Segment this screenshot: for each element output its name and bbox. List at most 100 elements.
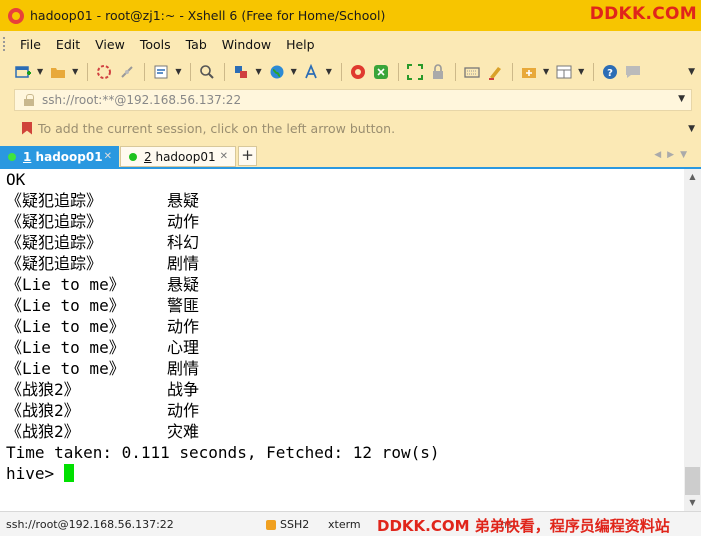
tab-label: 1 hadoop01 bbox=[23, 149, 103, 164]
toolbar-separator bbox=[340, 62, 342, 81]
chat-icon[interactable] bbox=[624, 63, 642, 81]
scroll-down-icon[interactable]: ▼ bbox=[684, 495, 701, 511]
properties-icon[interactable] bbox=[152, 63, 170, 81]
terminal-result-row: 《战狼2》 灾难 bbox=[0, 421, 684, 442]
highlight-icon[interactable] bbox=[486, 63, 504, 81]
toolbar-separator bbox=[397, 62, 399, 81]
chevron-down-icon[interactable]: ▼ bbox=[255, 67, 261, 76]
status-bar: ssh://root@192.168.56.137:22 SSH2 xterm … bbox=[0, 511, 701, 536]
result-title: 《战狼2》 bbox=[6, 401, 80, 420]
result-genre: 动作 bbox=[167, 212, 200, 231]
result-title: 《Lie to me》 bbox=[6, 359, 125, 378]
terminal-result-row: 《战狼2》 动作 bbox=[0, 400, 684, 421]
title-bar: hadoop01 - root@zj1:~ - Xshell 6 (Free f… bbox=[0, 0, 701, 31]
hint-overflow-icon[interactable]: ▼ bbox=[688, 124, 695, 134]
terminal-result-row: 《疑犯追踪》 悬疑 bbox=[0, 190, 684, 211]
tab-bar: 1 hadoop01 ✕ 2 hadoop01 ✕ + ◀▶▼ bbox=[0, 142, 701, 169]
tab-session-2[interactable]: 2 hadoop01 ✕ bbox=[120, 146, 236, 167]
xftp-icon[interactable] bbox=[349, 63, 367, 81]
xshell-logo-icon bbox=[8, 7, 24, 24]
terminal-prompt-line[interactable]: hive> bbox=[0, 463, 684, 484]
toolbar-separator bbox=[511, 62, 513, 81]
menu-help[interactable]: Help bbox=[286, 37, 315, 52]
result-title: 《Lie to me》 bbox=[6, 338, 125, 357]
lock-icon[interactable] bbox=[429, 63, 447, 81]
add-tab-button[interactable]: + bbox=[238, 146, 257, 166]
result-genre: 战争 bbox=[167, 380, 200, 399]
open-folder-icon[interactable] bbox=[49, 63, 67, 81]
xmanager-icon[interactable] bbox=[372, 63, 390, 81]
status-protocol: SSH2 bbox=[266, 518, 309, 531]
terminal-result-row: 《疑犯追踪》 动作 bbox=[0, 211, 684, 232]
chevron-down-icon[interactable]: ▼ bbox=[578, 67, 584, 76]
menu-file[interactable]: File bbox=[20, 37, 41, 52]
terminal-scrollbar[interactable]: ▲ ▼ bbox=[684, 169, 701, 511]
session-hint-bar: To add the current session, click on the… bbox=[0, 114, 701, 142]
transfer-icon[interactable] bbox=[232, 63, 250, 81]
result-title: 《疑犯追踪》 bbox=[6, 254, 103, 273]
terminal-result-row: 《战狼2》 战争 bbox=[0, 379, 684, 400]
terminal-result-row: 《疑犯追踪》 剧情 bbox=[0, 253, 684, 274]
shell-prompt: hive> bbox=[6, 464, 64, 483]
status-terminal-type: xterm bbox=[328, 518, 361, 531]
menu-tab[interactable]: Tab bbox=[186, 37, 207, 52]
lock-icon bbox=[23, 94, 35, 106]
terminal-cursor bbox=[63, 464, 74, 482]
result-title: 《Lie to me》 bbox=[6, 275, 125, 294]
find-icon[interactable] bbox=[198, 63, 216, 81]
result-title: 《疑犯追踪》 bbox=[6, 233, 103, 252]
close-tab-icon[interactable]: ✕ bbox=[220, 151, 228, 162]
add-tab-icon[interactable] bbox=[520, 63, 538, 81]
connect-icon[interactable] bbox=[95, 63, 113, 81]
layout-icon[interactable] bbox=[555, 63, 573, 81]
keyboard-icon[interactable] bbox=[463, 63, 481, 81]
toolbar-separator bbox=[190, 62, 192, 81]
help-icon[interactable]: ? bbox=[601, 63, 619, 81]
session-hint-text: To add the current session, click on the… bbox=[38, 120, 396, 136]
globe-icon[interactable] bbox=[268, 63, 286, 81]
toolbar: ▼ ▼ ▼ ▼ ▼ ▼ ▼ ▼ ? ▼ bbox=[0, 57, 701, 86]
new-session-icon[interactable] bbox=[14, 63, 32, 81]
address-dropdown-icon[interactable]: ▼ bbox=[678, 94, 685, 104]
toolbar-separator bbox=[87, 62, 89, 81]
close-tab-icon[interactable]: ✕ bbox=[104, 151, 112, 162]
terminal-result-row: 《Lie to me》 悬疑 bbox=[0, 274, 684, 295]
chevron-down-icon[interactable]: ▼ bbox=[291, 67, 297, 76]
address-field[interactable]: ssh://root:**@192.168.56.137:22 ▼ bbox=[14, 89, 692, 111]
menu-window[interactable]: Window bbox=[222, 37, 271, 52]
terminal-result-row: 《疑犯追踪》 科幻 bbox=[0, 232, 684, 253]
lock-icon bbox=[266, 519, 276, 530]
toolbar-separator bbox=[593, 62, 595, 81]
address-row: ssh://root:**@192.168.56.137:22 ▼ bbox=[0, 86, 701, 114]
tab-label: 2 hadoop01 bbox=[144, 149, 216, 164]
chevron-down-icon[interactable]: ▼ bbox=[72, 67, 78, 76]
result-title: 《战狼2》 bbox=[6, 380, 80, 399]
status-connection: ssh://root@192.168.56.137:22 bbox=[6, 518, 174, 531]
tab-session-1[interactable]: 1 hadoop01 ✕ bbox=[0, 146, 119, 167]
toolbar-separator bbox=[144, 62, 146, 81]
disconnect-icon[interactable] bbox=[118, 63, 136, 81]
chevron-down-icon[interactable]: ▼ bbox=[37, 67, 43, 76]
toolbar-separator bbox=[224, 62, 226, 81]
terminal-summary-line: Time taken: 0.111 seconds, Fetched: 12 r… bbox=[6, 443, 440, 462]
bookmark-icon[interactable] bbox=[22, 121, 32, 135]
terminal-output[interactable]: OK 《疑犯追踪》 悬疑 《疑犯追踪》 动作 《疑犯追踪》 科幻 《疑犯追踪》 剧情 《Lie … bbox=[0, 169, 684, 511]
font-icon[interactable] bbox=[303, 63, 321, 81]
result-title: 《Lie to me》 bbox=[6, 296, 125, 315]
terminal-result-row: 《Lie to me》 动作 bbox=[0, 316, 684, 337]
toolbar-overflow-icon[interactable]: ▼ bbox=[688, 67, 695, 77]
svg-text:?: ? bbox=[607, 68, 613, 79]
watermark-bottom: DDKK.COM 弟弟快看，程序员编程资料站 bbox=[377, 517, 670, 535]
fullscreen-icon[interactable] bbox=[406, 63, 424, 81]
scrollbar-thumb[interactable] bbox=[685, 467, 700, 495]
window-controls: — ☐ ✕ bbox=[599, 0, 701, 31]
scroll-up-icon[interactable]: ▲ bbox=[684, 169, 701, 185]
chevron-down-icon[interactable]: ▼ bbox=[543, 67, 549, 76]
chevron-down-icon[interactable]: ▼ bbox=[326, 67, 332, 76]
result-title: 《战狼2》 bbox=[6, 422, 80, 441]
menu-edit[interactable]: Edit bbox=[56, 37, 80, 52]
tab-nav-arrows[interactable]: ◀▶▼ bbox=[654, 150, 693, 160]
menu-tools[interactable]: Tools bbox=[140, 37, 171, 52]
chevron-down-icon[interactable]: ▼ bbox=[175, 67, 181, 76]
menu-view[interactable]: View bbox=[95, 37, 125, 52]
